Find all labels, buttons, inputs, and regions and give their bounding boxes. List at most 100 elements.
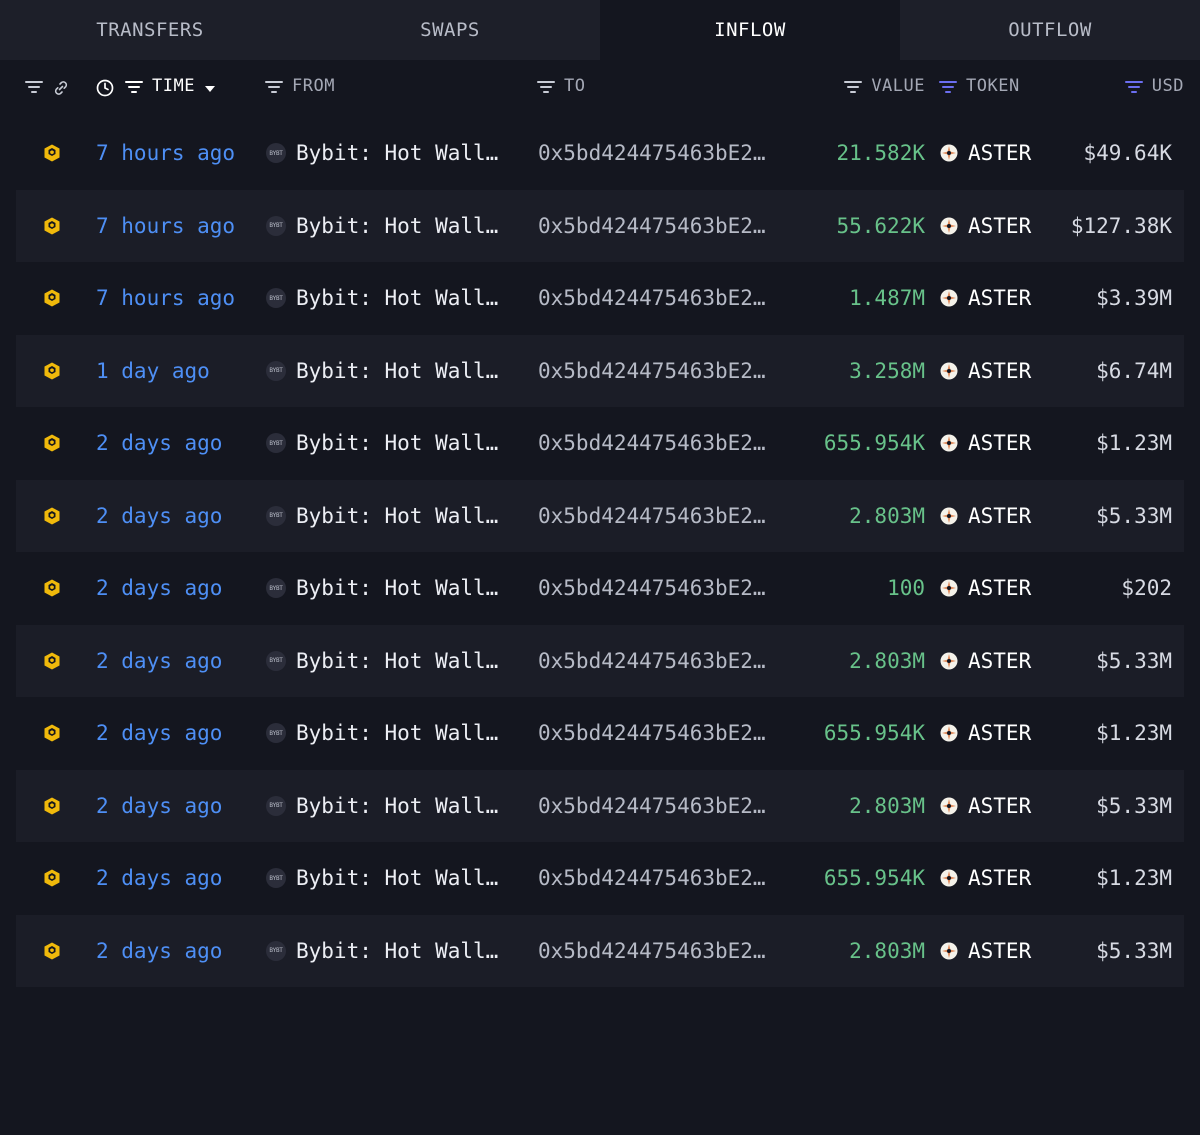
filter-icon[interactable]	[124, 79, 144, 93]
value-amount: 21.582K	[836, 141, 925, 166]
tab-swaps[interactable]: SWAPS	[300, 0, 600, 60]
value-amount: 655.954K	[823, 866, 925, 891]
table-row[interactable]: 7 hours ago BYBT Bybit: Hot Wall… 0x5bd4…	[16, 189, 1184, 263]
bybit-avatar-icon: BYBT	[266, 288, 286, 309]
link-icon[interactable]	[52, 79, 72, 95]
aster-token-icon	[940, 507, 958, 525]
aster-token-icon	[940, 144, 958, 162]
token-cell[interactable]: ASTER	[940, 335, 1031, 408]
clock-icon	[96, 79, 116, 97]
token-cell[interactable]: ASTER	[940, 915, 1031, 988]
usd-column-header[interactable]: USD	[1124, 60, 1184, 112]
from-address[interactable]: BYBT Bybit: Hot Wall…	[266, 770, 498, 843]
time-link[interactable]: 2 days ago	[96, 915, 222, 988]
from-address[interactable]: BYBT Bybit: Hot Wall…	[266, 915, 498, 988]
table-row[interactable]: 2 days ago BYBT Bybit: Hot Wall… 0x5bd42…	[16, 479, 1184, 553]
usd-amount: $1.23M	[1096, 721, 1172, 746]
time-link[interactable]: 7 hours ago	[96, 190, 235, 263]
tab-outflow[interactable]: OUTFLOW	[900, 0, 1200, 60]
to-address[interactable]: 0x5bd424475463bE2…	[538, 915, 766, 988]
chain-filter-group	[24, 60, 72, 112]
from-column-header[interactable]: FROM	[264, 60, 335, 112]
token-cell[interactable]: ASTER	[940, 625, 1031, 698]
sort-desc-icon[interactable]	[203, 79, 223, 93]
to-address[interactable]: 0x5bd424475463bE2…	[538, 262, 766, 335]
from-address[interactable]: BYBT Bybit: Hot Wall…	[266, 552, 498, 625]
table-row[interactable]: 7 hours ago BYBT Bybit: Hot Wall… 0x5bd4…	[16, 262, 1184, 335]
token-cell[interactable]: ASTER	[940, 480, 1031, 553]
value-column-header[interactable]: VALUE	[843, 60, 925, 112]
time-link[interactable]: 2 days ago	[96, 770, 222, 843]
bnb-chain-icon	[40, 915, 64, 988]
to-address[interactable]: 0x5bd424475463bE2…	[538, 117, 766, 190]
to-address[interactable]: 0x5bd424475463bE2…	[538, 407, 766, 480]
value-header-label: VALUE	[871, 76, 925, 96]
token-symbol: ASTER	[968, 431, 1032, 456]
filter-icon[interactable]	[1124, 79, 1144, 93]
token-cell[interactable]: ASTER	[940, 842, 1031, 915]
to-address[interactable]: 0x5bd424475463bE2…	[538, 842, 766, 915]
usd-amount: $6.74M	[1096, 358, 1172, 383]
time-column-header[interactable]: TIME	[96, 60, 223, 112]
table-row[interactable]: 2 days ago BYBT Bybit: Hot Wall… 0x5bd42…	[16, 842, 1184, 915]
token-cell[interactable]: ASTER	[940, 770, 1031, 843]
table-row[interactable]: 1 day ago BYBT Bybit: Hot Wall… 0x5bd424…	[16, 334, 1184, 408]
token-symbol: ASTER	[968, 866, 1032, 891]
table-row[interactable]: 2 days ago BYBT Bybit: Hot Wall… 0x5bd42…	[16, 769, 1184, 843]
time-link[interactable]: 7 hours ago	[96, 117, 235, 190]
from-address[interactable]: BYBT Bybit: Hot Wall…	[266, 480, 498, 553]
table-row[interactable]: 2 days ago BYBT Bybit: Hot Wall… 0x5bd42…	[16, 697, 1184, 770]
from-address[interactable]: BYBT Bybit: Hot Wall…	[266, 117, 498, 190]
tab-inflow[interactable]: INFLOW	[600, 0, 900, 60]
token-symbol: ASTER	[968, 721, 1032, 746]
from-address[interactable]: BYBT Bybit: Hot Wall…	[266, 335, 498, 408]
to-address[interactable]: 0x5bd424475463bE2…	[538, 480, 766, 553]
aster-token-icon	[940, 652, 958, 670]
to-address[interactable]: 0x5bd424475463bE2…	[538, 770, 766, 843]
aster-token-icon	[940, 362, 958, 380]
from-label: Bybit: Hot Wall…	[296, 286, 499, 311]
filter-icon[interactable]	[938, 79, 958, 93]
filter-icon[interactable]	[536, 79, 556, 93]
from-address[interactable]: BYBT Bybit: Hot Wall…	[266, 407, 498, 480]
filter-icon[interactable]	[843, 79, 863, 93]
value-amount: 655.954K	[823, 431, 925, 456]
token-cell[interactable]: ASTER	[940, 552, 1031, 625]
token-column-header[interactable]: TOKEN	[938, 60, 1020, 112]
from-address[interactable]: BYBT Bybit: Hot Wall…	[266, 262, 498, 335]
table-row[interactable]: 2 days ago BYBT Bybit: Hot Wall… 0x5bd42…	[16, 624, 1184, 698]
to-address[interactable]: 0x5bd424475463bE2…	[538, 625, 766, 698]
token-cell[interactable]: ASTER	[940, 262, 1031, 335]
table-row[interactable]: 2 days ago BYBT Bybit: Hot Wall… 0x5bd42…	[16, 552, 1184, 625]
table-row[interactable]: 2 days ago BYBT Bybit: Hot Wall… 0x5bd42…	[16, 914, 1184, 988]
to-address[interactable]: 0x5bd424475463bE2…	[538, 552, 766, 625]
bnb-chain-icon	[40, 262, 64, 335]
table-row[interactable]: 7 hours ago BYBT Bybit: Hot Wall… 0x5bd4…	[16, 117, 1184, 190]
to-address[interactable]: 0x5bd424475463bE2…	[538, 190, 766, 263]
filter-icon[interactable]	[24, 79, 44, 93]
to-address[interactable]: 0x5bd424475463bE2…	[538, 697, 766, 770]
to-address[interactable]: 0x5bd424475463bE2…	[538, 335, 766, 408]
from-address[interactable]: BYBT Bybit: Hot Wall…	[266, 625, 498, 698]
time-link[interactable]: 2 days ago	[96, 552, 222, 625]
token-cell[interactable]: ASTER	[940, 190, 1031, 263]
token-cell[interactable]: ASTER	[940, 117, 1031, 190]
filter-icon[interactable]	[264, 79, 284, 93]
from-address[interactable]: BYBT Bybit: Hot Wall…	[266, 697, 498, 770]
tab-transfers[interactable]: TRANSFERS	[0, 0, 300, 60]
aster-token-icon	[940, 289, 958, 307]
time-link[interactable]: 2 days ago	[96, 407, 222, 480]
token-symbol: ASTER	[968, 213, 1032, 238]
table-row[interactable]: 2 days ago BYBT Bybit: Hot Wall… 0x5bd42…	[16, 407, 1184, 480]
token-cell[interactable]: ASTER	[940, 697, 1031, 770]
token-cell[interactable]: ASTER	[940, 407, 1031, 480]
from-address[interactable]: BYBT Bybit: Hot Wall…	[266, 842, 498, 915]
time-link[interactable]: 7 hours ago	[96, 262, 235, 335]
time-link[interactable]: 2 days ago	[96, 842, 222, 915]
to-column-header[interactable]: TO	[536, 60, 585, 112]
time-link[interactable]: 2 days ago	[96, 697, 222, 770]
time-link[interactable]: 1 day ago	[96, 335, 210, 408]
time-link[interactable]: 2 days ago	[96, 480, 222, 553]
time-link[interactable]: 2 days ago	[96, 625, 222, 698]
from-address[interactable]: BYBT Bybit: Hot Wall…	[266, 190, 498, 263]
